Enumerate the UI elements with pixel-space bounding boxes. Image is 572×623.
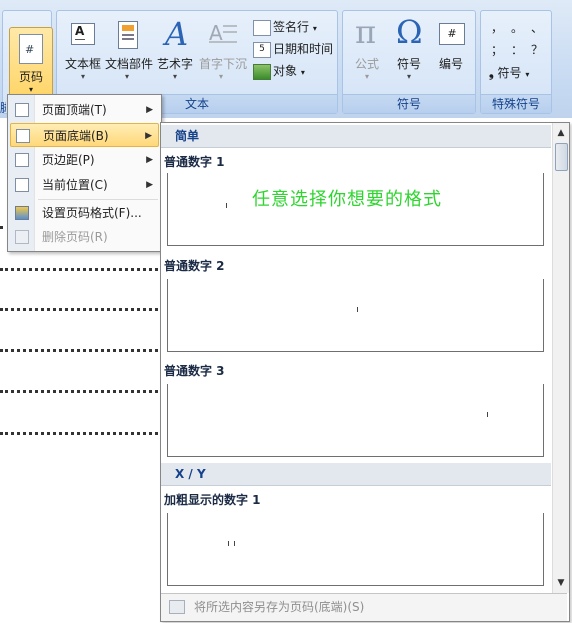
toc-leader-dots [0,390,170,393]
symbol-label: 符号 [396,57,421,71]
gallery-category-simple: 简单 [161,125,551,148]
quick-parts-icon [111,19,143,51]
object-icon [253,63,271,80]
menu-item-label: 当前位置(C) [42,178,108,192]
signature-line-icon [253,19,271,36]
gallery-category-xy: X / Y [161,463,551,486]
quick-parts-button[interactable]: 文档部件 ▾ [105,13,154,93]
page-number-mark [357,307,358,312]
numbering-button[interactable]: # 编号 [429,13,473,93]
menu-item-label: 删除页码(R) [42,230,108,244]
page-number-mark [487,412,488,417]
save-selection-as-page-number-button[interactable]: 将所选内容另存为页码(底端)(S) [161,593,567,621]
quick-parts-label: 文档部件 [105,57,154,71]
save-gallery-icon [169,600,185,614]
special-glyph[interactable]: ： [511,41,523,58]
drop-cap-icon: A [205,19,237,51]
date-time-label: 日期和时间 [273,42,334,56]
page-number-mark [234,541,235,546]
special-symbols-group: ， 。 、 ； ： ？ ❟ 符号 ▾ 特殊符号 [480,10,552,114]
menu-item-label: 页面顶端(T) [42,103,107,117]
submenu-arrow-icon: ▶ [146,105,153,115]
page-margin-icon [15,153,29,167]
menu-item-format-page-numbers[interactable]: 设置页码格式(F)... [10,201,159,225]
numbering-label: 编号 [438,57,463,71]
wordart-label: 艺术字 [156,57,193,71]
text-box-icon: A [67,19,99,51]
page-number-mark [228,541,229,546]
save-selection-label: 将所选内容另存为页码(底端)(S) [194,600,365,614]
special-symbol-label: 符号 [497,66,522,80]
format-page-number-icon [15,206,29,220]
numbering-icon: # [435,19,467,51]
text-box-button[interactable]: A 文本框 ▾ [61,13,105,93]
scroll-down-icon[interactable]: ▼ [553,575,569,591]
scroll-thumb[interactable] [555,143,568,171]
current-position-icon [15,178,29,192]
comma-icon: ❟ [489,66,494,80]
page-number-gallery: 简单 普通数字 1 任意选择你想要的格式 普通数字 2 普通数字 3 X / Y… [160,122,570,622]
menu-item-label: 页边距(P) [42,153,95,167]
gallery-item-plain-number-2[interactable] [167,279,544,352]
submenu-arrow-icon: ▶ [146,155,153,165]
object-label: 对象 [273,64,298,78]
wordart-icon: A [165,15,189,53]
gallery-item-title: 普通数字 3 [164,364,225,378]
object-button[interactable]: 对象 ▾ [253,61,305,81]
page-top-icon [15,103,29,117]
menu-item-current-position[interactable]: 当前位置(C) ▶ [10,173,159,197]
gallery-item-plain-number-3[interactable] [167,384,544,457]
hint-text: 任意选择你想要的格式 [252,189,442,210]
menu-item-top-of-page[interactable]: 页面顶端(T) ▶ [10,98,159,122]
gallery-item-bold-number-1[interactable] [167,513,544,586]
page-number-menu: 页面顶端(T) ▶ 页面底端(B) ▶ 页边距(P) ▶ 当前位置(C) ▶ 设… [7,94,162,252]
gallery-item-title: 普通数字 1 [164,155,225,169]
toc-leader-dots [0,308,170,311]
menu-item-label: 页面底端(B) [43,129,109,143]
symbols-group-label: 符号 [343,94,475,113]
page-number-mark [226,203,227,208]
equation-button[interactable]: π 公式 ▾ [345,13,389,93]
omega-icon: Ω [396,13,423,51]
special-glyph[interactable]: ； [491,41,503,58]
special-glyph[interactable]: 。 [511,19,523,36]
pi-icon: π [355,13,377,51]
menu-item-remove-page-numbers[interactable]: 删除页码(R) [10,225,159,249]
submenu-arrow-icon: ▶ [145,131,152,141]
gallery-item-title: 加粗显示的数字 1 [164,493,261,507]
calendar-icon: 5 [253,41,271,58]
page-number-label: 页码 [18,70,43,84]
signature-line-button[interactable]: 签名行 ▾ [253,17,317,37]
wordart-button[interactable]: A 艺术字 ▾ [153,13,197,93]
toc-leader-dots [0,349,170,352]
scroll-up-icon[interactable]: ▲ [553,125,569,141]
remove-page-number-icon [15,230,29,244]
equation-label: 公式 [354,57,379,71]
gallery-item-plain-number-1[interactable]: 任意选择你想要的格式 [167,173,544,246]
page-number-icon: # [19,34,43,64]
special-symbols-group-label: 特殊符号 [481,94,551,113]
header-footer-group-label: 脚 [0,99,6,115]
menu-item-page-margins[interactable]: 页边距(P) ▶ [10,148,159,172]
submenu-arrow-icon: ▶ [146,180,153,190]
gallery-item-title: 普通数字 2 [164,259,225,273]
special-symbol-button[interactable]: ❟ 符号 ▾ [489,63,529,83]
text-box-label: 文本框 [64,57,101,71]
signature-line-label: 签名行 [273,20,310,34]
menu-separator [38,199,158,200]
gallery-scrollbar[interactable]: ▲ ▼ [552,123,569,593]
drop-cap-button[interactable]: A 首字下沉 ▾ [199,13,248,93]
special-glyph[interactable]: ， [491,19,503,36]
special-glyph[interactable]: ？ [531,41,543,58]
drop-cap-label: 首字下沉 [199,57,248,71]
toc-leader-dots [0,268,170,271]
date-time-button[interactable]: 5 日期和时间 [253,39,333,59]
page-bottom-icon [16,129,30,143]
menu-item-label: 设置页码格式(F)... [42,206,142,220]
symbols-group: π 公式 ▾ Ω 符号 ▾ # 编号 符号 [342,10,476,114]
menu-item-bottom-of-page[interactable]: 页面底端(B) ▶ [10,123,159,147]
toc-leader-dots [0,432,170,435]
symbol-button[interactable]: Ω 符号 ▾ [387,13,431,93]
special-glyph[interactable]: 、 [531,19,543,36]
